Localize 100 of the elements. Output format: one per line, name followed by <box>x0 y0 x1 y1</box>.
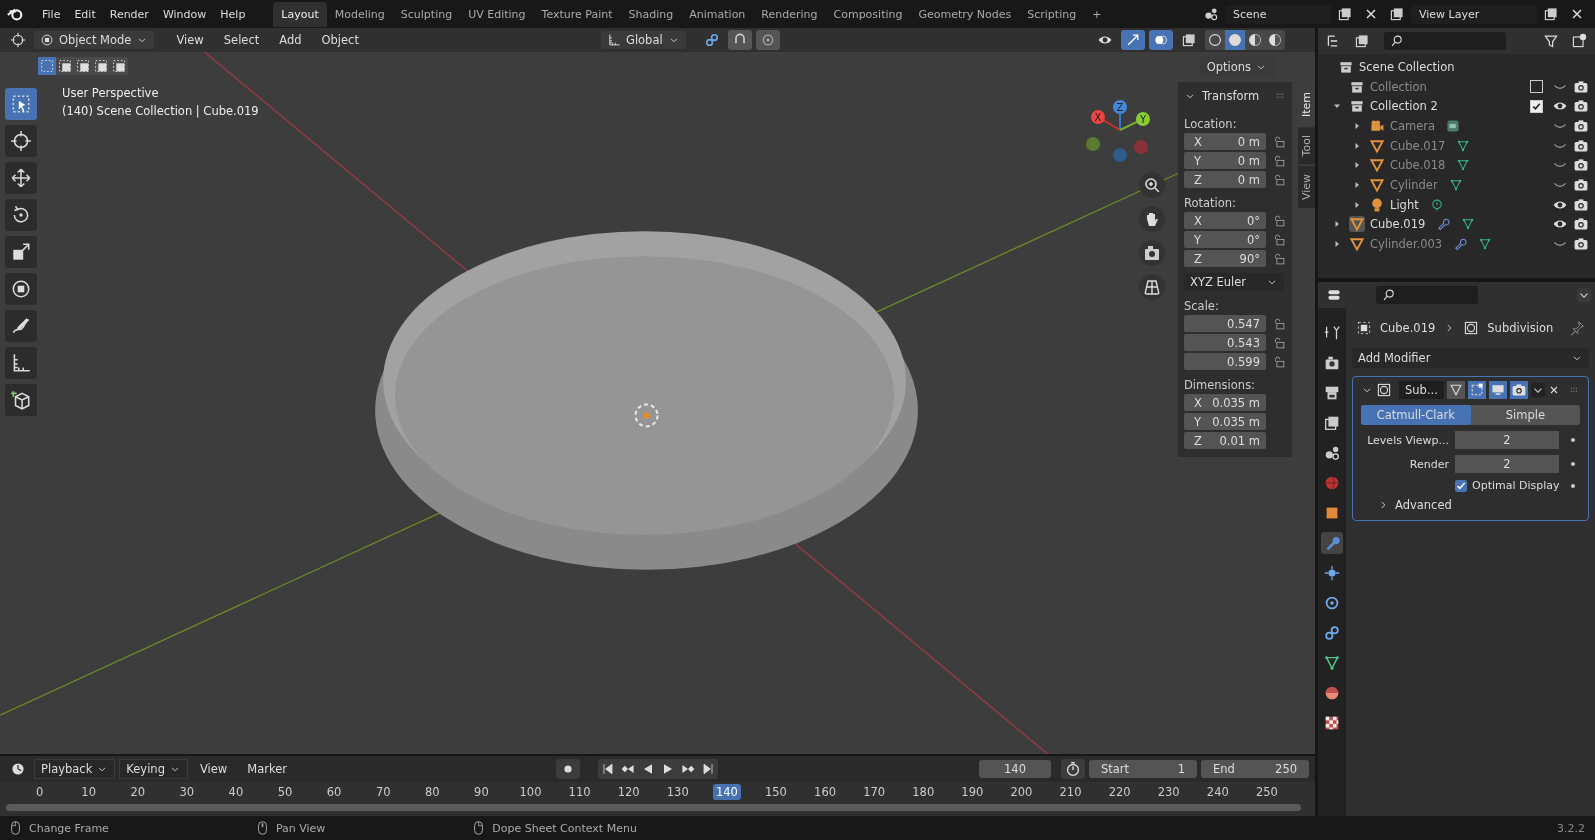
menu-item[interactable]: Marker <box>239 760 295 778</box>
camera-icon[interactable] <box>1573 98 1590 115</box>
camera-icon[interactable] <box>1573 157 1590 174</box>
workspace-tab[interactable]: Modeling <box>326 1 393 27</box>
options-dropdown[interactable]: Options <box>1198 57 1275 77</box>
camera-icon[interactable] <box>1573 196 1590 213</box>
workspace-tab[interactable]: Shading <box>620 1 682 27</box>
shading-mode-icon[interactable] <box>1225 30 1245 50</box>
search-field[interactable] <box>1376 286 1478 304</box>
outliner-item[interactable]: Light <box>1390 197 1419 212</box>
outliner-item[interactable]: Collection 2 <box>1370 99 1438 114</box>
camera-icon[interactable] <box>1573 137 1590 154</box>
number-field[interactable]: Z 0 m <box>1184 171 1266 188</box>
lock-icon[interactable] <box>1272 335 1286 350</box>
menu-item[interactable]: Render <box>103 4 155 24</box>
number-field[interactable]: Z 90° <box>1184 250 1266 267</box>
add-workspace-button[interactable]: + <box>1084 1 1110 27</box>
camera-toggle-icon[interactable] <box>1509 381 1528 399</box>
workspace-tab[interactable]: Geometry Nodes <box>910 1 1020 27</box>
keyframe-dot-icon[interactable] <box>1571 483 1575 488</box>
number-field[interactable]: 2 <box>1455 431 1559 449</box>
selection-mode-icon[interactable] <box>110 57 128 75</box>
dropdown[interactable]: Playback <box>34 759 116 779</box>
camera-icon[interactable] <box>1573 236 1590 253</box>
outliner-item[interactable]: Cube.017 <box>1390 138 1446 153</box>
selection-mode-icon[interactable] <box>38 57 56 75</box>
workspace-tab[interactable]: Layout <box>273 1 327 27</box>
transform-tool-icon[interactable] <box>5 273 37 305</box>
number-field[interactable]: 0.599 <box>1184 353 1266 370</box>
outliner-item[interactable]: Camera <box>1390 118 1436 133</box>
menu-item[interactable]: Object <box>313 31 367 49</box>
outliner-item[interactable]: Cylinder.003 <box>1370 237 1443 252</box>
outliner-item[interactable]: Cube.019 <box>1370 217 1426 232</box>
outliner-item[interactable]: Cylinder <box>1390 177 1438 192</box>
number-field[interactable]: X 0° <box>1184 212 1266 229</box>
selection-mode-icon[interactable] <box>92 57 110 75</box>
start-frame-field[interactable]: Start 1 <box>1089 760 1197 778</box>
number-field[interactable]: 2 <box>1455 455 1559 473</box>
menu-item[interactable]: Add <box>271 31 310 49</box>
mode-dropdown[interactable]: Object Mode <box>34 31 155 49</box>
workspace-tab[interactable]: Sculpting <box>392 1 461 27</box>
outliner-item[interactable]: Scene Collection <box>1359 59 1455 74</box>
camera-icon[interactable] <box>1573 216 1590 233</box>
workspace-tab[interactable]: UV Editing <box>460 1 534 27</box>
dropdown-caret-icon[interactable] <box>1530 383 1545 397</box>
add-cube-tool-icon[interactable] <box>5 384 37 416</box>
keyframe-dot-icon[interactable] <box>1571 462 1575 466</box>
keyframe-dot-icon[interactable] <box>1571 438 1575 442</box>
workspace-tab[interactable]: Compositing <box>825 1 911 27</box>
workspace-tab[interactable]: Texture Paint <box>533 1 621 27</box>
number-field[interactable]: Y 0.035 m <box>1184 413 1266 430</box>
measure-tool-icon[interactable] <box>5 347 37 379</box>
number-field[interactable]: 0.547 <box>1184 315 1266 332</box>
proportional-edit-icon[interactable] <box>755 30 780 50</box>
grid-icon[interactable] <box>1139 274 1165 300</box>
workspace-tab[interactable]: Animation <box>681 1 754 27</box>
number-field[interactable]: Z 0.01 m <box>1184 432 1266 449</box>
checkbox-label[interactable]: Optimal Display <box>1472 479 1560 492</box>
menu-item[interactable]: File <box>36 4 67 24</box>
sidebar-tab[interactable]: View <box>1298 166 1315 209</box>
lock-icon[interactable] <box>1272 213 1286 228</box>
menu-item[interactable]: View <box>168 31 212 49</box>
camera-icon[interactable] <box>1573 117 1590 134</box>
number-field[interactable]: Y 0 m <box>1184 152 1266 169</box>
menu-item[interactable]: View <box>191 760 236 778</box>
lock-icon[interactable] <box>1272 316 1286 331</box>
lock-icon[interactable] <box>1272 232 1286 247</box>
edit-mode-toggle-icon[interactable] <box>1467 381 1486 399</box>
menu-item[interactable]: Select <box>215 31 268 49</box>
overlay-toggle-icon[interactable] <box>1149 30 1173 50</box>
options-caret-icon[interactable] <box>1577 288 1592 302</box>
sidebar-tab[interactable]: Tool <box>1298 127 1315 165</box>
move-tool-icon[interactable] <box>5 162 37 194</box>
camera-icon[interactable] <box>1573 176 1590 193</box>
rotation-mode-dropdown[interactable]: XYZ Euler <box>1184 273 1284 291</box>
selection-mode-icon[interactable] <box>74 57 92 75</box>
scrollbar[interactable] <box>6 804 1301 811</box>
end-frame-field[interactable]: End 250 <box>1201 760 1309 778</box>
checkbox[interactable] <box>1455 479 1467 492</box>
cursor-tool-icon[interactable] <box>5 125 37 157</box>
checkbox[interactable] <box>1530 99 1544 113</box>
subpanel-title[interactable]: Advanced <box>1395 498 1452 512</box>
outliner-item[interactable]: Collection <box>1370 79 1427 94</box>
workspace-tab[interactable]: Scripting <box>1019 1 1085 27</box>
pin-icon[interactable] <box>1569 320 1586 336</box>
number-field[interactable]: Y 0° <box>1184 231 1266 248</box>
select-tool-icon[interactable] <box>5 88 37 120</box>
scale-tool-icon[interactable] <box>5 236 37 268</box>
menu-item[interactable]: Help <box>214 4 252 24</box>
dropdown[interactable]: Keying <box>119 759 188 779</box>
monitor-toggle-icon[interactable] <box>1488 381 1507 399</box>
rotate-tool-icon[interactable] <box>5 199 37 231</box>
number-field[interactable]: 0.543 <box>1184 334 1266 351</box>
on-cage-toggle-icon[interactable] <box>1446 381 1465 399</box>
workspace-tab[interactable]: Rendering <box>753 1 826 27</box>
snap-magnet-icon[interactable] <box>727 30 752 50</box>
selection-mode-icon[interactable] <box>56 57 74 75</box>
subdivision-type-tab[interactable]: Catmull-Clark <box>1361 405 1471 425</box>
lock-icon[interactable] <box>1272 172 1286 187</box>
lock-icon[interactable] <box>1272 251 1286 266</box>
